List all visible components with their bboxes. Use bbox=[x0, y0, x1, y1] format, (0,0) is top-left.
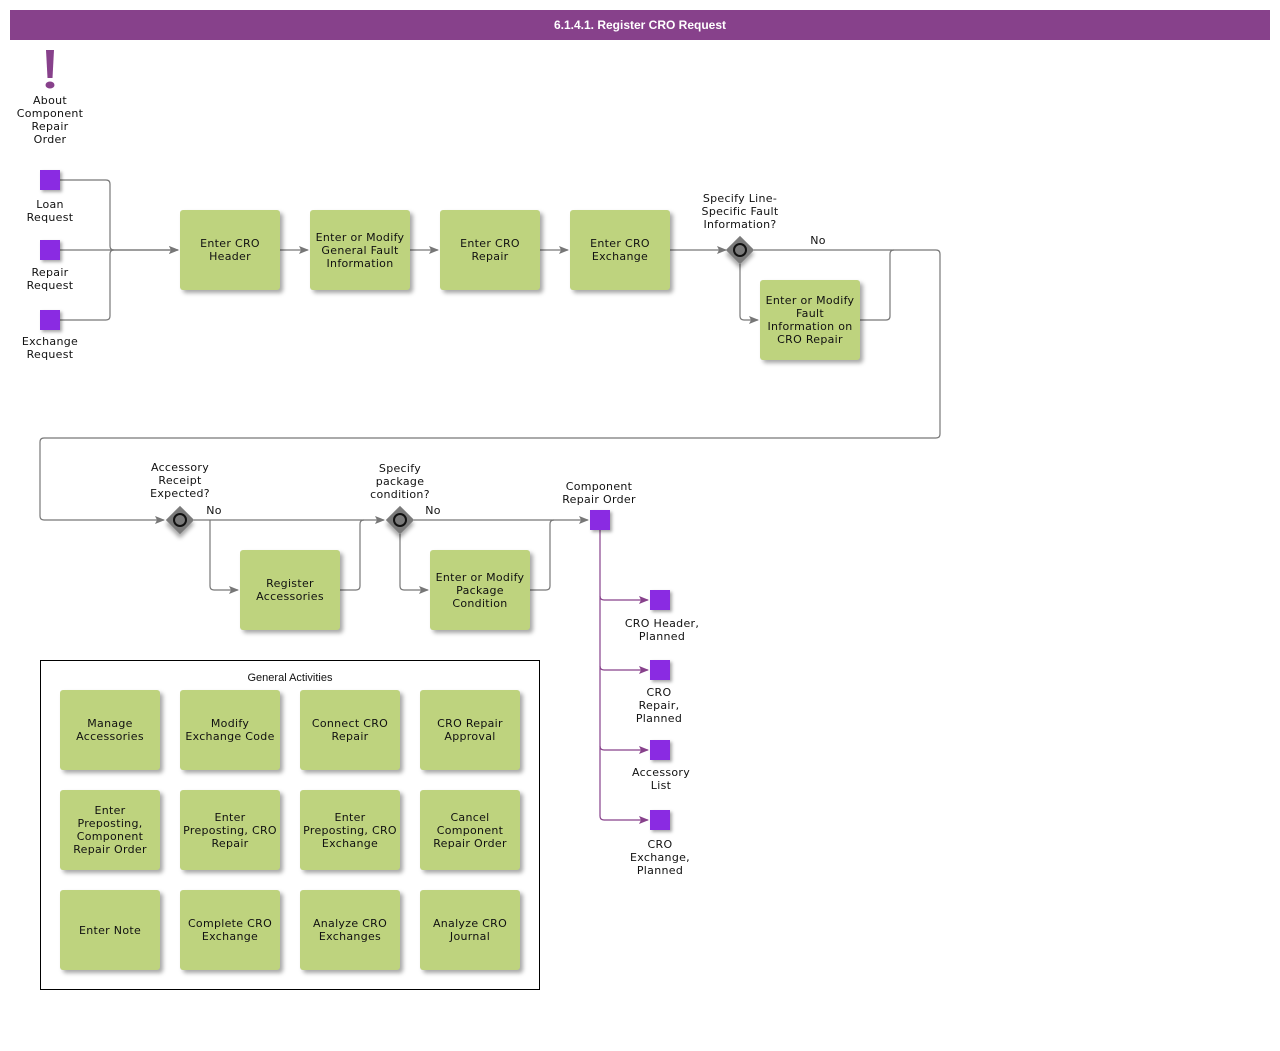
input-exchange-request[interactable] bbox=[40, 310, 60, 330]
output-accessory-list[interactable] bbox=[650, 740, 670, 760]
task-enter-cro-exchange[interactable]: Enter CRO Exchange bbox=[570, 210, 670, 290]
input-label: Exchange Request bbox=[21, 335, 79, 361]
activity-manage-accessories[interactable]: Manage Accessories bbox=[60, 690, 160, 770]
output-cro-header-planned[interactable] bbox=[650, 590, 670, 610]
activity-preposting-cro-exchange[interactable]: Enter Preposting, CRO Exchange bbox=[300, 790, 400, 870]
activity-preposting-cro-repair[interactable]: Enter Preposting, CRO Repair bbox=[180, 790, 280, 870]
output-label: CRO Header, Planned bbox=[624, 617, 700, 643]
activity-preposting-cro[interactable]: Enter Preposting, Component Repair Order bbox=[60, 790, 160, 870]
result-label: Component Repair Order bbox=[562, 480, 636, 506]
input-label: Loan Request bbox=[26, 198, 74, 224]
activity-modify-exchange-code[interactable]: Modify Exchange Code bbox=[180, 690, 280, 770]
flow-accessories-merge bbox=[340, 519, 365, 591]
task-enter-fault-on-repair[interactable]: Enter or Modify Fault Information on CRO… bbox=[760, 280, 860, 360]
activity-analyze-cro-exchanges[interactable]: Analyze CRO Exchanges bbox=[300, 890, 400, 970]
input-repair-request[interactable] bbox=[40, 240, 60, 260]
activity-connect-cro-repair[interactable]: Connect CRO Repair bbox=[300, 690, 400, 770]
result-component-repair-order[interactable] bbox=[590, 510, 610, 530]
activity-cancel-cro[interactable]: Cancel Component Repair Order bbox=[420, 790, 520, 870]
activity-complete-cro-exchange[interactable]: Complete CRO Exchange bbox=[180, 890, 280, 970]
output-cro-repair-planned[interactable] bbox=[650, 660, 670, 680]
flow-package-merge bbox=[530, 519, 555, 591]
input-loan-request[interactable] bbox=[40, 170, 60, 190]
task-enter-cro-header[interactable]: Enter CRO Header bbox=[180, 210, 280, 290]
output-label: Accessory List bbox=[631, 766, 691, 792]
activity-enter-note[interactable]: Enter Note bbox=[60, 890, 160, 970]
gateway-question: Specify Line- Specific Fault Information… bbox=[701, 192, 779, 231]
flow-gw2-yes bbox=[209, 520, 239, 594]
gateway-no-label: No bbox=[425, 504, 441, 517]
task-enter-package-condition[interactable]: Enter or Modify Package Condition bbox=[430, 550, 530, 630]
output-cro-exchange-planned[interactable] bbox=[650, 810, 670, 830]
flow-gw1-yes bbox=[739, 264, 759, 324]
gateway-no-label: No bbox=[206, 504, 222, 517]
gateway-no-label: No bbox=[810, 234, 826, 247]
exclamation-icon[interactable] bbox=[40, 48, 60, 92]
task-enter-cro-repair[interactable]: Enter CRO Repair bbox=[440, 210, 540, 290]
about-label: About Component Repair Order bbox=[16, 94, 84, 146]
task-register-accessories[interactable]: Register Accessories bbox=[240, 550, 340, 630]
gateway-question: Accessory Receipt Expected? bbox=[150, 461, 210, 500]
gateway-question: Specify package condition? bbox=[370, 462, 430, 501]
flow-gw3-yes bbox=[399, 534, 429, 594]
general-activities-title: General Activities bbox=[247, 672, 333, 684]
output-flow-header bbox=[599, 530, 649, 604]
output-label: CRO Repair, Planned bbox=[635, 686, 683, 725]
output-label: CRO Exchange, Planned bbox=[630, 838, 690, 877]
task-enter-general-fault[interactable]: Enter or Modify General Fault Informatio… bbox=[310, 210, 410, 290]
input-label: Repair Request bbox=[26, 266, 74, 292]
flow-faultrepair-merge bbox=[860, 249, 895, 321]
activity-cro-repair-approval[interactable]: CRO Repair Approval bbox=[420, 690, 520, 770]
activity-analyze-cro-journal[interactable]: Analyze CRO Journal bbox=[420, 890, 520, 970]
